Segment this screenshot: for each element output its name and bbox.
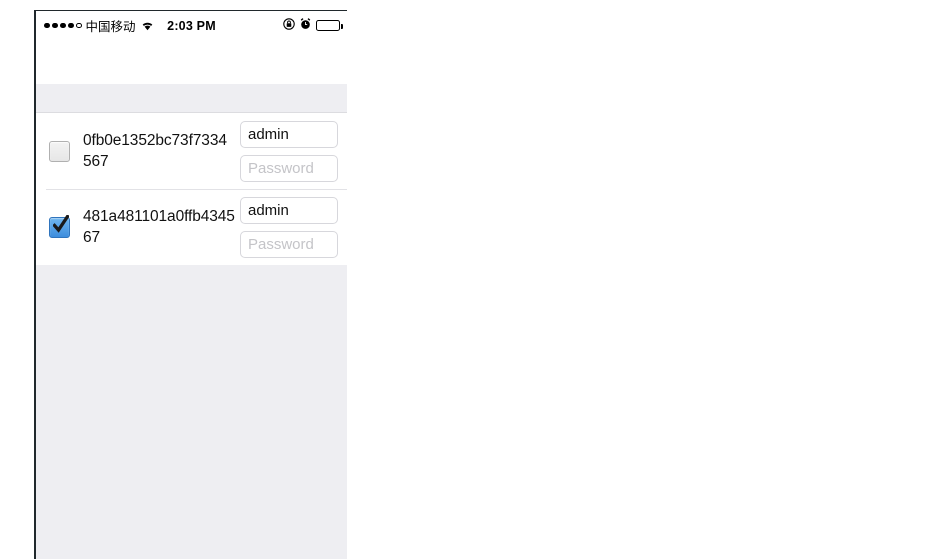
checkmark-icon bbox=[52, 213, 70, 235]
password-input[interactable] bbox=[240, 230, 338, 258]
status-bar-clock: 2:03 PM bbox=[167, 18, 216, 33]
battery-icon bbox=[316, 20, 343, 31]
row-credential-fields bbox=[240, 120, 338, 182]
device-id-label: 481a481101a0ffb434567 bbox=[83, 208, 235, 246]
table-row[interactable]: 481a481101a0ffb434567 bbox=[36, 189, 347, 265]
phone-screen: 中国移动 2:03 PM 0fb0e1352bc73f7334567 admin… bbox=[34, 10, 347, 559]
status-bar: 中国移动 2:03 PM bbox=[36, 11, 347, 40]
content-column: 0fb0e1352bc73f7334567 481a481101a0ffb434… bbox=[36, 84, 347, 559]
device-id-label: 0fb0e1352bc73f7334567 bbox=[83, 132, 227, 170]
device-list: 0fb0e1352bc73f7334567 481a481101a0ffb434… bbox=[36, 113, 347, 265]
table-row[interactable]: 0fb0e1352bc73f7334567 bbox=[36, 113, 347, 189]
username-input[interactable] bbox=[240, 196, 338, 224]
username-input[interactable] bbox=[240, 120, 338, 148]
row-credential-fields bbox=[240, 196, 338, 258]
empty-list-area bbox=[36, 265, 347, 559]
row-checkbox-unchecked[interactable] bbox=[49, 140, 70, 162]
section-header bbox=[36, 84, 347, 113]
password-input[interactable] bbox=[240, 154, 338, 182]
navigation-bar bbox=[36, 40, 347, 84]
row-checkbox-checked[interactable] bbox=[49, 213, 70, 238]
